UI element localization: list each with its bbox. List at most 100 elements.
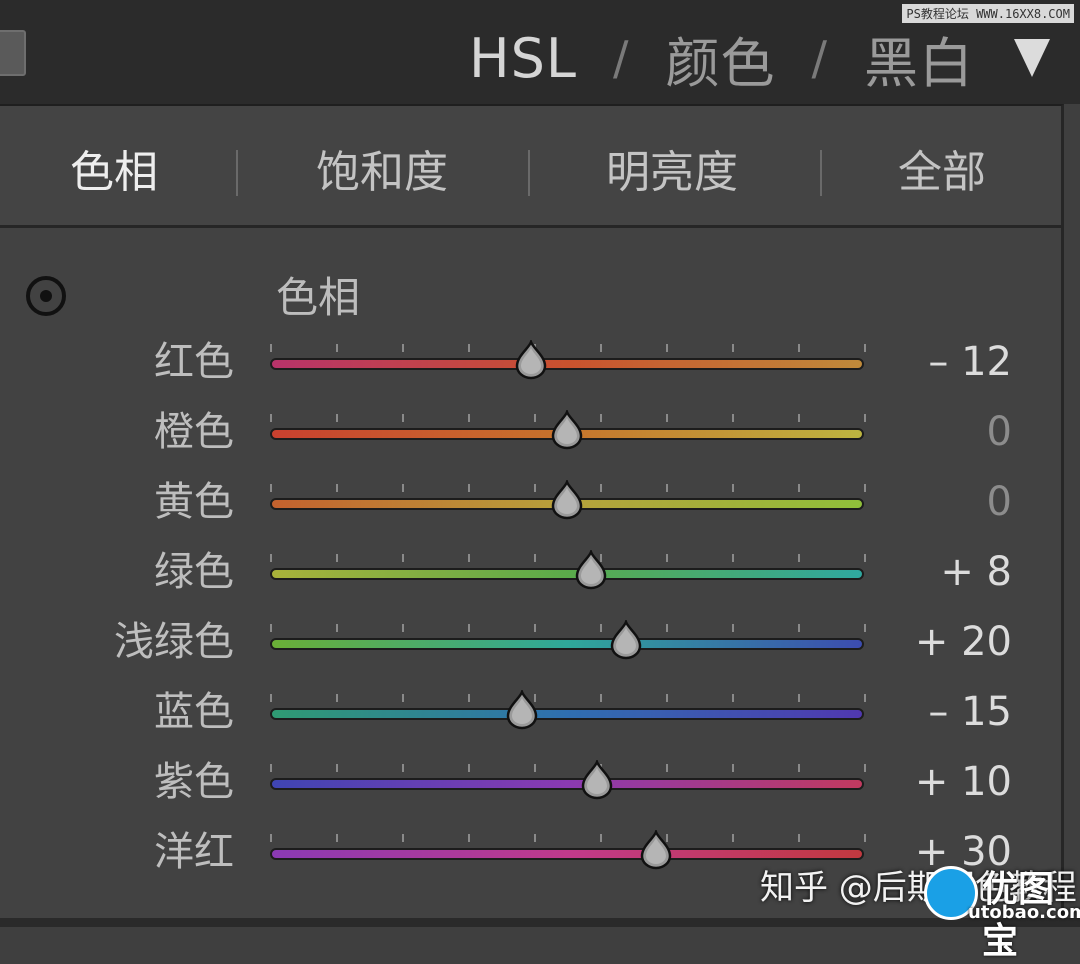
slider-tick [468,414,470,422]
slider-tick [600,834,602,842]
slider-tick [468,694,470,702]
slider-tick [270,764,272,772]
slider-track[interactable] [270,778,864,790]
header-tabs: HSL / 颜色 / 黑白 [469,18,1050,98]
slider-label: 绿色 [154,549,234,595]
slider-tick [270,414,272,422]
hue-slider[interactable] [270,480,866,520]
hue-slider[interactable] [270,620,866,660]
slider-tick [270,484,272,492]
slider-tick [336,694,338,702]
hue-slider-row: 黄色 0 [0,478,1064,548]
slider-thumb[interactable] [511,340,551,380]
slider-tick [666,554,668,562]
slider-value[interactable]: 0 [880,408,1012,456]
panel-toggle-icon[interactable] [0,30,26,76]
slider-thumb[interactable] [571,550,611,590]
slider-track[interactable] [270,638,864,650]
slider-thumb[interactable] [577,760,617,800]
slider-tick [798,554,800,562]
slider-value[interactable]: + 10 [880,758,1012,806]
bottom-border [0,918,1080,927]
tab-separator: / [613,31,630,85]
slider-tick [600,484,602,492]
hue-slider[interactable] [270,340,866,380]
slider-tick [732,414,734,422]
slider-label: 洋红 [154,829,234,875]
slider-thumb[interactable] [606,620,646,660]
slider-tick [864,764,866,772]
slider-tick [534,414,536,422]
slider-tick [402,344,404,352]
slider-tick [468,834,470,842]
slider-value[interactable]: + 8 [880,548,1012,596]
slider-tick [402,414,404,422]
section-title: 色相 [276,273,361,322]
slider-tick [336,554,338,562]
slider-label: 紫色 [154,759,234,805]
slider-value[interactable]: 0 [880,478,1012,526]
slider-track[interactable] [270,358,864,370]
slider-tick [336,414,338,422]
slider-tick [732,624,734,632]
slider-tick [336,484,338,492]
slider-tick [270,694,272,702]
hue-slider-row: 浅绿色 + 20 [0,618,1064,688]
subtab-saturation[interactable]: 饱和度 [316,136,448,200]
slider-tick [468,764,470,772]
slider-tick [600,414,602,422]
subtab-hue[interactable]: 色相 [70,136,158,200]
slider-tick [864,624,866,632]
slider-thumb[interactable] [636,830,676,870]
slider-tick [402,554,404,562]
slider-track[interactable] [270,568,864,580]
slider-value[interactable]: – 15 [880,688,1012,736]
tab-black-white[interactable]: 黑白 [864,19,974,98]
slider-tick [534,554,536,562]
hue-slider-row: 蓝色 – 15 [0,688,1064,758]
logo-subtext: utobao.com [968,902,1080,923]
hue-slider[interactable] [270,830,866,870]
hue-slider-row: 红色 – 12 [0,338,1064,408]
slider-tick [600,344,602,352]
slider-tick [798,414,800,422]
slider-tick [468,344,470,352]
slider-thumb[interactable] [547,410,587,450]
slider-tick [864,694,866,702]
site-logo: 优图宝 utobao.com [924,860,1080,962]
slider-tick [798,834,800,842]
slider-thumb[interactable] [547,480,587,520]
subtab-luminance[interactable]: 明亮度 [606,136,738,200]
subtab-divider [820,150,822,196]
slider-tick [798,624,800,632]
hue-slider[interactable] [270,550,866,590]
collapse-triangle-icon[interactable] [1014,39,1050,77]
watermark-top: PS教程论坛 WWW.16XX8.COM [902,4,1074,23]
slider-tick [534,624,536,632]
slider-tick [666,624,668,632]
slider-label: 红色 [154,339,234,385]
slider-value[interactable]: – 12 [880,338,1012,386]
target-adjustment-icon[interactable] [26,276,66,316]
slider-tick [798,484,800,492]
slider-tick [336,764,338,772]
slider-thumb[interactable] [502,690,542,730]
tab-separator: / [811,31,828,85]
slider-value[interactable]: + 20 [880,618,1012,666]
slider-track[interactable] [270,848,864,860]
slider-tick [534,764,536,772]
slider-tick [468,624,470,632]
hue-slider-row: 紫色 + 10 [0,758,1064,828]
tab-color[interactable]: 颜色 [666,19,776,98]
slider-tick [798,694,800,702]
subtab-all[interactable]: 全部 [898,136,986,200]
hue-slider[interactable] [270,690,866,730]
hue-slider[interactable] [270,760,866,800]
tab-hsl[interactable]: HSL [469,27,577,90]
hsl-subtabs: 色相 饱和度 明亮度 全部 [0,104,1064,228]
slider-tick [666,414,668,422]
slider-tick [336,344,338,352]
slider-tick [732,484,734,492]
slider-track[interactable] [270,708,864,720]
hue-slider[interactable] [270,410,866,450]
